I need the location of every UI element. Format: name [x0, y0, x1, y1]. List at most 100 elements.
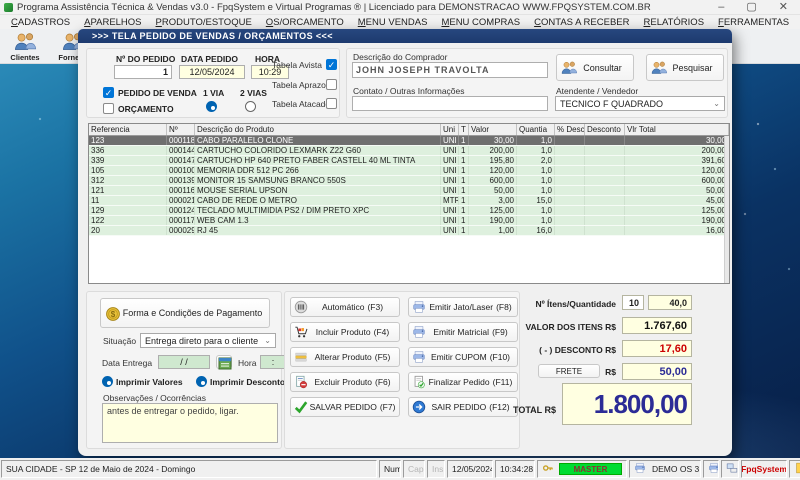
window-titlebar: Programa Assistência Técnica & Vendas v3… — [0, 0, 800, 15]
column-header-descri-o-do-produto: Descrição do Produto — [195, 124, 441, 135]
pedido-venda-checkbox[interactable] — [103, 87, 114, 98]
cell-vlr-total: 120,00 — [625, 166, 729, 175]
cell-n: 000021 — [167, 196, 195, 205]
close-button[interactable]: ✕ — [779, 1, 788, 14]
orcamento-checkbox[interactable] — [103, 103, 114, 114]
cell-quantia: 15,0 — [517, 196, 555, 205]
via1-radio[interactable] — [206, 101, 217, 112]
action-incluir-produto[interactable]: Incluir Produto(F4) — [290, 322, 400, 342]
tabela-atacado-checkbox[interactable] — [326, 98, 337, 109]
menu-item-menu-compras[interactable]: MENU COMPRAS — [434, 17, 527, 28]
items-quantity-box: 40,0 — [648, 295, 692, 310]
menu-item-ajuda[interactable]: AJUDA — [796, 17, 800, 28]
statusbar: SUA CIDADE - SP 12 de Maio de 2024 - Dom… — [0, 458, 800, 480]
contact-field[interactable] — [352, 96, 548, 111]
table-row[interactable]: 105000100MEMORIA DDR 512 PC 266UNI1120,0… — [89, 166, 729, 176]
menu-item-ferramentas[interactable]: FERRAMENTAS — [711, 17, 796, 28]
cell-t: 1 — [459, 146, 469, 155]
menu-item-menu-vendas[interactable]: MENU VENDAS — [351, 17, 435, 28]
menu-item-relat-rios[interactable]: RELATÓRIOS — [636, 17, 711, 28]
cell-desconto — [585, 156, 625, 165]
frete-button[interactable]: FRETE — [538, 364, 600, 378]
tabela-aprazo-checkbox[interactable] — [326, 79, 337, 90]
obs-textarea[interactable]: antes de entregar o pedido, ligar. — [102, 403, 278, 443]
cell-uni: UNI — [441, 216, 459, 225]
action-finalizar-pedido[interactable]: Finalizar Pedido(F11) — [408, 372, 518, 392]
pesquisar-button[interactable]: Pesquisar — [646, 54, 724, 81]
imprimir-valores-radio[interactable] — [102, 376, 113, 387]
cell-uni: UNI — [441, 156, 459, 165]
order-date-label: DATA PEDIDO — [181, 54, 238, 64]
cell-vlr-total: 200,00 — [625, 146, 729, 155]
status-printer[interactable] — [703, 460, 719, 478]
cell-valor: 190,00 — [469, 216, 517, 225]
table-row[interactable]: 129000124TECLADO MULTIMIDIA PS2 / DIM PR… — [89, 206, 729, 216]
calendar-button[interactable] — [216, 355, 232, 369]
actions-grid: Automático(F3) Incluir Produto(F4) Alterar… — [290, 297, 518, 419]
action-label: Finalizar Pedido — [429, 377, 490, 387]
maximize-button[interactable]: ▢ — [746, 1, 756, 14]
menu-item-contas-a-receber[interactable]: CONTAS A RECEBER — [527, 17, 636, 28]
frete-box[interactable]: 50,00 — [622, 363, 692, 380]
cell-desconto — [585, 136, 625, 145]
status-ins: Ins — [427, 460, 445, 478]
table-row[interactable]: 20000029RJ 45UNI11,0016,016,00 — [89, 226, 729, 236]
status-version-text: DEMO OS 3.0 — [652, 464, 701, 474]
cell-desconto — [585, 176, 625, 185]
buyer-description-field[interactable]: JOHN JOSEPH TRAVOLTA — [352, 62, 548, 78]
action-excluir-produto[interactable]: Excluir Produto(F6) — [290, 372, 400, 392]
cell-uni: MTR — [441, 196, 459, 205]
finalize-icon — [412, 375, 427, 390]
menu-item-cadastros[interactable]: CADASTROS — [4, 17, 77, 28]
tabela-avista-checkbox[interactable] — [326, 59, 337, 70]
toolbar-item-clientes[interactable]: Clientes — [6, 29, 44, 63]
table-row[interactable]: 122000117WEB CAM 1.3UNI1190,001,0190,00 — [89, 216, 729, 226]
status-network[interactable] — [721, 460, 739, 478]
cell-valor: 195,80 — [469, 156, 517, 165]
table-row[interactable]: 312000139MONITOR 15 SAMSUNG BRANCO 550SU… — [89, 176, 729, 186]
delivery-time-field[interactable]: : — [260, 355, 286, 369]
table-row[interactable]: 123000118CABO PARALELO CLONEUNI130,001,0… — [89, 136, 729, 146]
action-alterar-produto[interactable]: Alterar Produto(F5) — [290, 347, 400, 367]
column-header-vlr-total: Vlr Total — [625, 124, 729, 135]
status-time: 10:34:28 — [495, 460, 535, 478]
cell-valor: 50,00 — [469, 186, 517, 195]
cell-uni: UNI — [441, 176, 459, 185]
cell-n: 000100 — [167, 166, 195, 175]
imprimir-descontos-radio[interactable] — [196, 376, 207, 387]
printer-icon — [412, 300, 427, 315]
column-header-n: Nº — [167, 124, 195, 135]
order-date-field[interactable]: 12/05/2024 — [179, 65, 245, 79]
svg-text:$: $ — [111, 309, 116, 318]
table-scrollbar[interactable] — [724, 136, 729, 284]
toolbar-item-label: Clientes — [10, 53, 39, 62]
table-row[interactable]: 339000147CARTUCHO HP 640 PRETO FABER CAS… — [89, 156, 729, 166]
people-icon — [561, 60, 576, 75]
menu-item-produto-estoque[interactable]: PRODUTO/ESTOQUE — [149, 17, 259, 28]
action-autom-tico[interactable]: Automático(F3) — [290, 297, 400, 317]
window-title: Programa Assistência Técnica & Vendas v3… — [17, 2, 718, 13]
order-window-titlebar: >>> TELA PEDIDO DE VENDAS / ORÇAMENTOS <… — [78, 29, 732, 43]
obs-label: Observações / Ocorrências — [103, 393, 206, 403]
cell-descri-o-do-produto: CABO PARALELO CLONE — [195, 136, 441, 145]
table-row[interactable]: 336000144CARTUCHO COLORIDO LEXMARK Z22 G… — [89, 146, 729, 156]
cell-t: 1 — [459, 226, 469, 235]
action-salvar-pedido[interactable]: SALVAR PEDIDO(F7) — [290, 397, 400, 417]
printer-icon — [634, 462, 649, 477]
table-row[interactable]: 11000021CABO DE REDE O METROMTR13,0015,0… — [89, 196, 729, 206]
attendant-select[interactable]: TECNICO F QUADRADO ⌄ — [555, 96, 725, 111]
menu-item-aparelhos[interactable]: APARELHOS — [77, 17, 148, 28]
minimize-button[interactable]: – — [718, 1, 724, 14]
consultar-button[interactable]: Consultar — [556, 54, 634, 81]
payment-terms-button[interactable]: $ Forma e Condições de Pagamento — [100, 298, 270, 328]
delivery-time-label: Hora — [238, 358, 256, 368]
table-row[interactable]: 121000116MOUSE SERIAL UPSONUNI150,001,05… — [89, 186, 729, 196]
cell-quantia: 1,0 — [517, 186, 555, 195]
order-number-field[interactable]: 1 — [114, 65, 172, 79]
menu-item-os-orcamento[interactable]: OS/ORCAMENTO — [259, 17, 351, 28]
cell-desconto — [585, 166, 625, 175]
via2-radio[interactable] — [245, 101, 256, 112]
status-notes[interactable] — [789, 460, 800, 478]
situacao-select[interactable]: Entrega direto para o cliente ⌄ — [140, 333, 276, 348]
delivery-date-field[interactable]: / / — [158, 355, 210, 369]
